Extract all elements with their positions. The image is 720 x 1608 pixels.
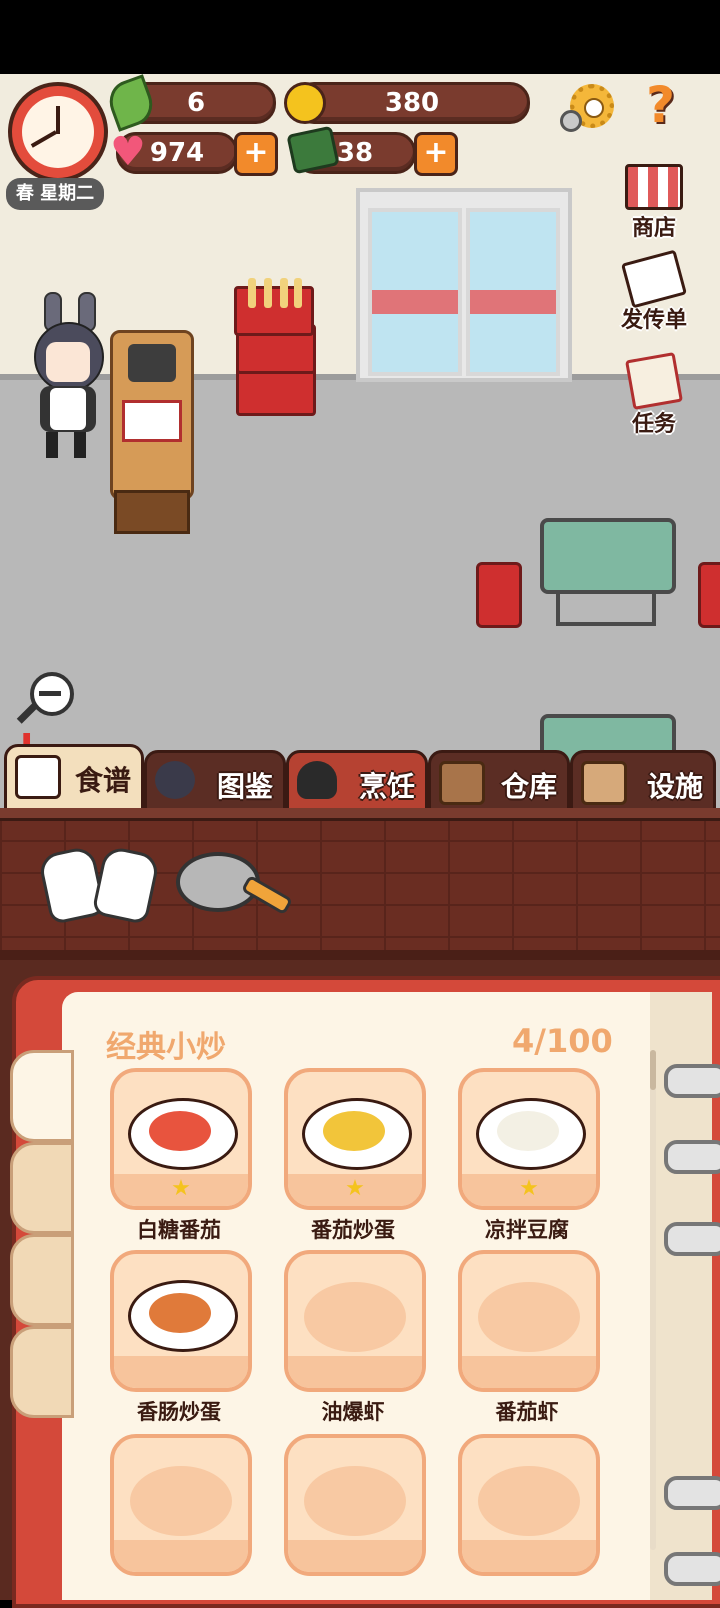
- dish-image: [128, 1280, 238, 1352]
- main-tab-bar: 食谱 图鉴 烹饪 仓库 设施: [0, 744, 720, 814]
- tab-recipes[interactable]: 食谱: [4, 744, 144, 814]
- flyer-icon: [621, 249, 687, 309]
- dish-name: 凉拌豆腐: [485, 1218, 569, 1242]
- dish-image: [128, 1098, 238, 1170]
- pot-icon: [297, 761, 337, 799]
- shop-label: 商店: [631, 216, 676, 241]
- star-icon: ★: [345, 1176, 365, 1201]
- recipe-card[interactable]: [110, 1434, 252, 1576]
- binder-ring: [664, 1222, 720, 1256]
- leaf-count: 6: [186, 88, 206, 118]
- dish-name: 番茄虾: [495, 1400, 559, 1424]
- task-icon: [625, 352, 683, 410]
- recipe-progress: 4/100: [512, 1022, 613, 1060]
- category-tab-drinks[interactable]: [10, 1326, 74, 1418]
- add-hearts-button[interactable]: +: [234, 132, 278, 176]
- recipe-card[interactable]: [284, 1434, 426, 1576]
- scroll-track[interactable]: [650, 1050, 656, 1550]
- binder-ring: [664, 1476, 720, 1510]
- dish-name: 油爆虾: [321, 1400, 385, 1424]
- book-count: 38: [336, 138, 374, 168]
- waitress-character[interactable]: [30, 292, 110, 460]
- tasks-button[interactable]: 任务: [606, 352, 702, 438]
- heart-icon: ♥: [110, 129, 146, 175]
- category-title: 经典小炒: [106, 1030, 226, 1065]
- locked-dish-placeholder: [304, 1282, 406, 1352]
- cash-register-counter[interactable]: [110, 330, 194, 534]
- coin-count: 380: [384, 88, 440, 118]
- zoom-out-icon[interactable]: [14, 670, 74, 730]
- dish-image: [302, 1098, 412, 1170]
- locked-dish-placeholder: [478, 1466, 580, 1536]
- heart-count: 974: [149, 138, 205, 168]
- facility-icon: [581, 761, 627, 805]
- frying-pan-icon[interactable]: [176, 846, 294, 922]
- counter-edge: [0, 808, 720, 821]
- dish-name: 番茄炒蛋: [311, 1218, 395, 1242]
- binder-ring: [664, 1552, 720, 1586]
- recipe-card[interactable]: [458, 1250, 600, 1392]
- gloves-icon[interactable]: [37, 844, 161, 926]
- dish-name: 白糖番茄: [137, 1218, 221, 1242]
- category-tab-dumplings[interactable]: [10, 1142, 74, 1234]
- counter-bottom-edge: [0, 950, 720, 960]
- table-legs: [556, 590, 656, 626]
- category-tab-stir-fry[interactable]: [10, 1050, 74, 1142]
- recipe-card[interactable]: [284, 1250, 426, 1392]
- dining-table[interactable]: [540, 518, 676, 594]
- locked-dish-placeholder: [130, 1466, 232, 1536]
- scrollbar-thumb[interactable]: [650, 1050, 656, 1090]
- flyer-button[interactable]: 发传单: [606, 249, 702, 334]
- recipe-card[interactable]: [110, 1250, 252, 1392]
- tasks-label: 任务: [631, 412, 676, 437]
- flyer-label: 发传单: [620, 308, 687, 333]
- tab-cooking[interactable]: 烹饪: [286, 750, 428, 814]
- add-books-button[interactable]: +: [414, 132, 458, 176]
- category-tab-desserts[interactable]: [10, 1234, 74, 1326]
- recipe-card[interactable]: ★: [458, 1068, 600, 1210]
- recipe-card[interactable]: [458, 1434, 600, 1576]
- dish-image: [476, 1098, 586, 1170]
- star-icon: ★: [519, 1176, 539, 1201]
- recipe-card[interactable]: ★: [284, 1068, 426, 1210]
- coin-counter: 380: [294, 82, 530, 124]
- tab-facilities[interactable]: 设施: [570, 750, 716, 814]
- drink-crates[interactable]: [234, 278, 316, 416]
- locked-dish-placeholder: [478, 1282, 580, 1352]
- characters-icon: [155, 761, 195, 799]
- status-bar: [0, 0, 720, 74]
- gear-icon[interactable]: [560, 80, 620, 136]
- dish-name: 香肠炒蛋: [137, 1400, 221, 1424]
- binder-ring: [664, 1140, 720, 1174]
- shelf-icon: [439, 761, 485, 805]
- binder-ring: [664, 1064, 720, 1098]
- recipe-book-icon: [15, 755, 61, 799]
- tab-collection[interactable]: 图鉴: [144, 750, 286, 814]
- locked-dish-placeholder: [304, 1466, 406, 1536]
- chair[interactable]: [698, 562, 720, 628]
- recipe-card[interactable]: ★: [110, 1068, 252, 1210]
- help-icon[interactable]: ?: [646, 76, 675, 134]
- season-day-label: 春 星期二: [6, 178, 104, 210]
- shop-icon: [625, 164, 683, 210]
- shop-button[interactable]: 商店: [606, 164, 702, 242]
- tab-storage[interactable]: 仓库: [428, 750, 570, 814]
- glass-door: [356, 188, 572, 382]
- star-icon: ★: [171, 1176, 191, 1201]
- chair[interactable]: [476, 562, 522, 628]
- clock-icon[interactable]: [8, 82, 108, 182]
- coin-icon: [284, 82, 326, 124]
